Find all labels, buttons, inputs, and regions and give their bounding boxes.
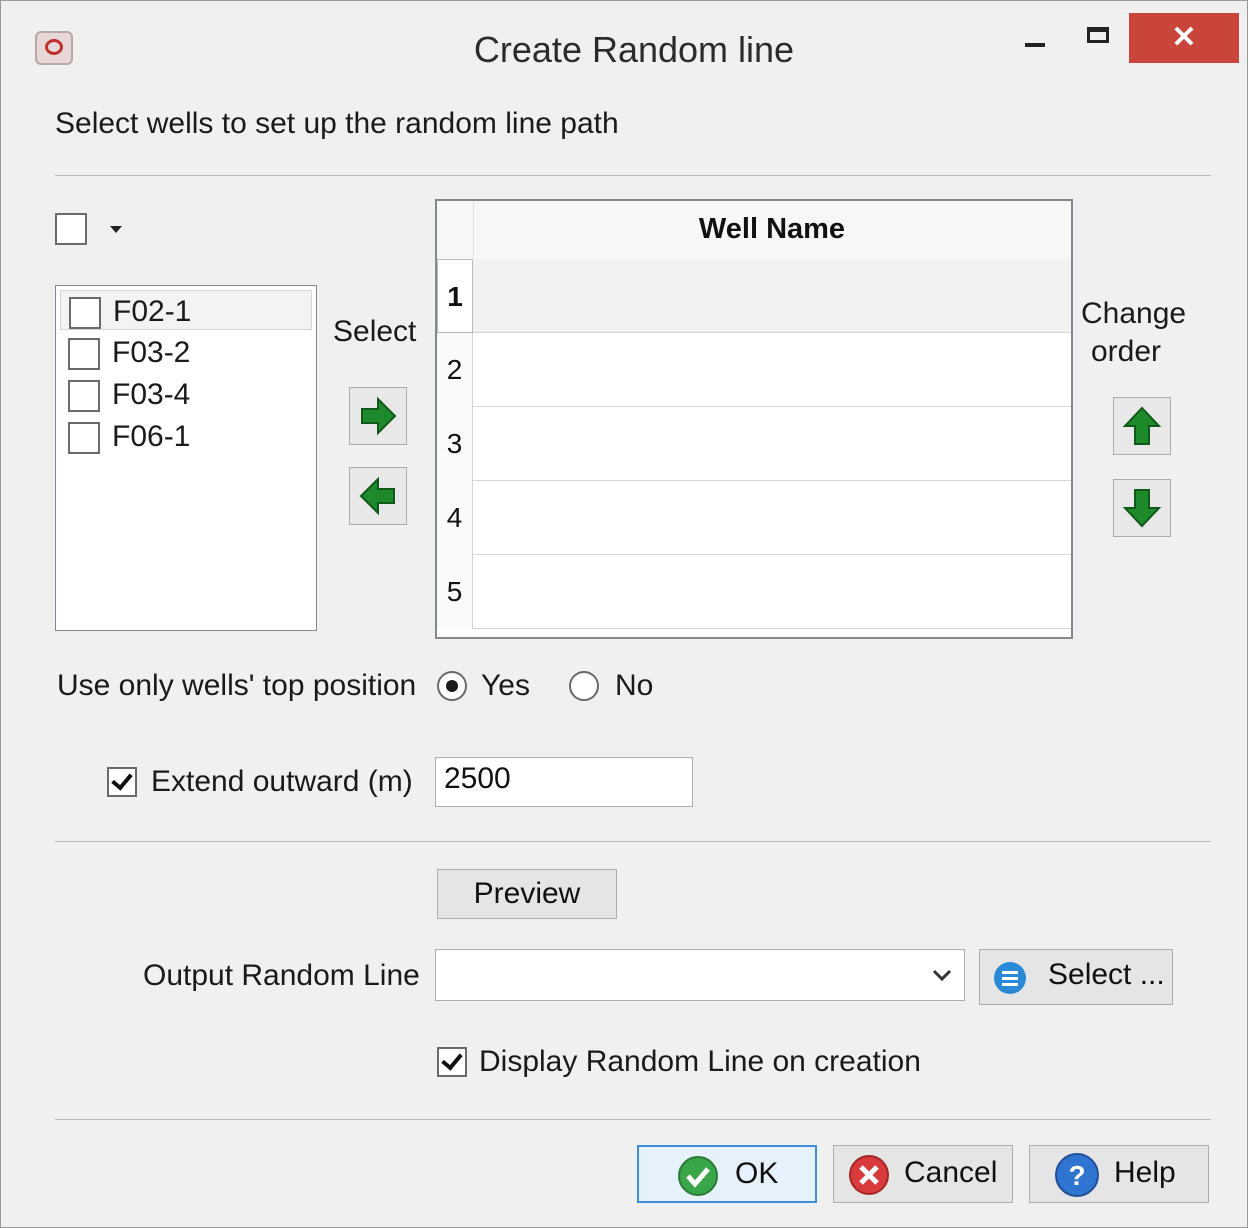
- row-number: 2: [437, 333, 473, 407]
- well-name: F03-2: [112, 336, 191, 369]
- top-position-label: Use only wells' top position: [57, 669, 417, 702]
- change-order-label-line2: order: [1091, 335, 1162, 368]
- table-corner: [437, 201, 474, 259]
- well-checkbox[interactable]: [69, 297, 101, 329]
- move-down-button[interactable]: [1113, 479, 1171, 537]
- top-position-no-radio[interactable]: [569, 671, 599, 701]
- ok-button[interactable]: OK: [637, 1145, 817, 1203]
- output-random-line-select[interactable]: [435, 949, 965, 1001]
- well-checkbox[interactable]: [68, 380, 100, 412]
- arrow-down-icon: [1122, 489, 1162, 528]
- output-select-button[interactable]: Select ...: [979, 949, 1173, 1005]
- remove-well-button[interactable]: [349, 467, 407, 525]
- well-checkbox[interactable]: [68, 422, 100, 454]
- change-order-label-line1: Change: [1081, 297, 1187, 330]
- well-name-table[interactable]: Well Name 1 2 3 4 5: [435, 199, 1073, 639]
- top-position-yes-label[interactable]: Yes: [481, 669, 530, 703]
- top-position-yes-radio[interactable]: [437, 671, 467, 701]
- help-button[interactable]: ? Help: [1029, 1145, 1209, 1203]
- list-item[interactable]: F02-1: [60, 290, 312, 330]
- table-row[interactable]: 3: [437, 407, 1071, 481]
- top-position-no-label[interactable]: No: [615, 669, 653, 703]
- title-bar[interactable]: Create Random line ✕: [1, 1, 1247, 93]
- well-list[interactable]: F02-1 F03-2 F03-4 F06-1: [55, 285, 317, 631]
- table-row[interactable]: 1: [437, 259, 1071, 333]
- list-item[interactable]: F06-1: [60, 416, 312, 456]
- table-header: Well Name: [437, 201, 1071, 260]
- extend-outward-input[interactable]: 2500: [435, 757, 693, 807]
- well-name: F03-4: [112, 378, 191, 411]
- close-button[interactable]: ✕: [1129, 13, 1239, 63]
- output-random-line-label: Output Random Line: [143, 959, 420, 992]
- row-number: 3: [437, 407, 473, 481]
- table-cell[interactable]: [473, 555, 1071, 628]
- well-checkbox[interactable]: [68, 338, 100, 370]
- table-row[interactable]: 2: [437, 333, 1071, 407]
- arrow-up-icon: [1122, 406, 1162, 445]
- select-all-checkbox[interactable]: [55, 213, 87, 245]
- row-number: 4: [437, 481, 473, 555]
- list-item[interactable]: F03-4: [60, 374, 312, 414]
- table-cell[interactable]: [473, 333, 1071, 406]
- table-cell[interactable]: [473, 259, 1071, 332]
- cancel-button[interactable]: Cancel: [833, 1145, 1013, 1203]
- display-on-creation-checkbox[interactable]: [437, 1047, 467, 1077]
- dialog-body: Select wells to set up the random line p…: [11, 93, 1237, 1217]
- question-icon: ?: [1055, 1153, 1099, 1197]
- select-all-dropdown-icon[interactable]: [109, 225, 123, 235]
- move-up-button[interactable]: [1113, 397, 1171, 455]
- create-random-line-dialog: Create Random line ✕ Select wells to set…: [0, 0, 1248, 1228]
- select-label: Select: [333, 315, 417, 348]
- row-number: 5: [437, 555, 473, 629]
- cancel-x-icon: [849, 1155, 889, 1195]
- column-header-well-name: Well Name: [698, 213, 846, 245]
- ok-label: OK: [735, 1157, 779, 1190]
- maximize-button[interactable]: [1071, 13, 1127, 63]
- list-item[interactable]: F03-2: [60, 332, 312, 372]
- display-on-creation-label: Display Random Line on creation: [479, 1045, 921, 1078]
- table-cell[interactable]: [473, 481, 1071, 554]
- help-label: Help: [1114, 1156, 1176, 1189]
- cancel-label: Cancel: [904, 1156, 998, 1189]
- arrow-right-icon: [361, 396, 397, 436]
- separator-middle: [55, 841, 1211, 842]
- add-well-button[interactable]: [349, 387, 407, 445]
- extend-outward-label: Extend outward (m): [151, 765, 413, 798]
- table-cell[interactable]: [473, 407, 1071, 480]
- separator-top: [55, 175, 1211, 176]
- table-row[interactable]: 5: [437, 555, 1071, 629]
- svg-text:?: ?: [1068, 1160, 1085, 1191]
- extend-outward-checkbox[interactable]: [107, 767, 137, 797]
- well-name: F02-1: [113, 295, 192, 328]
- list-icon: [994, 962, 1026, 994]
- row-number: 1: [437, 259, 473, 333]
- arrow-left-icon: [359, 476, 395, 516]
- separator-bottom: [55, 1119, 1211, 1120]
- instruction-text: Select wells to set up the random line p…: [55, 107, 619, 140]
- well-name: F06-1: [112, 420, 191, 453]
- table-row[interactable]: 4: [437, 481, 1071, 555]
- chevron-down-icon: [932, 969, 952, 982]
- minimize-button[interactable]: [1005, 13, 1065, 63]
- preview-button[interactable]: Preview: [437, 869, 617, 919]
- check-icon: [678, 1156, 718, 1196]
- output-select-label: Select ...: [1048, 958, 1165, 991]
